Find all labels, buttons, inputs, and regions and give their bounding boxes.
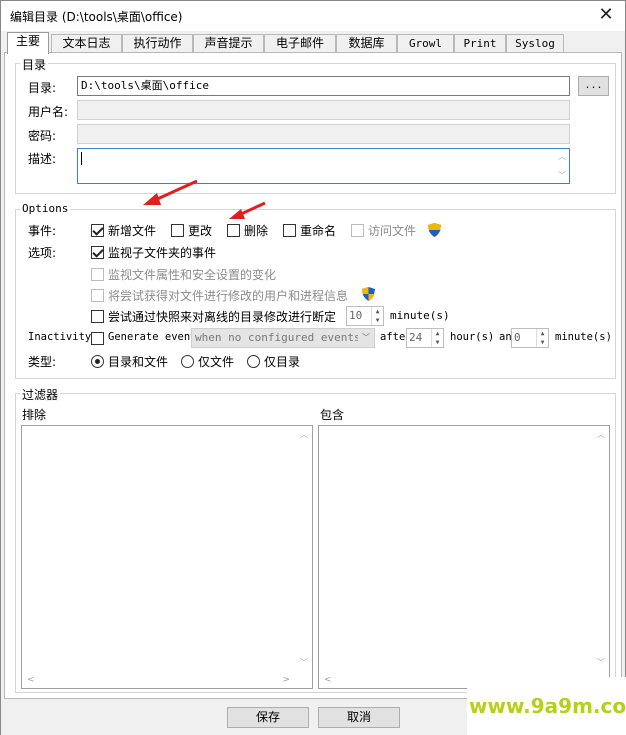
password-label: 密码: [28, 129, 57, 143]
type-files-only-label: 仅文件 [198, 355, 235, 369]
inactivity-hours-spinner[interactable]: 24 ▲ ▼ [406, 328, 444, 348]
event-delete-label: 删除 [244, 224, 269, 238]
username-label: 用户名: [28, 105, 69, 119]
event-access-file-checkbox[interactable] [351, 224, 364, 237]
save-button[interactable]: 保存 [227, 707, 309, 728]
snapshot-label: 尝试通过快照来对离线的目录修改进行断定 [108, 310, 337, 324]
spinner-arrows-icon[interactable]: ▲ ▼ [431, 329, 443, 347]
generate-event-label: Generate event [108, 331, 197, 343]
monitor-subfolders-checkbox[interactable] [91, 246, 104, 259]
event-change-label: 更改 [188, 224, 213, 238]
cancel-button[interactable]: 取消 [318, 707, 400, 728]
tab-email[interactable]: 电子邮件 [264, 34, 336, 53]
tab-text-log[interactable]: 文本日志 [51, 34, 122, 53]
uac-shield-icon [428, 223, 441, 237]
username-input[interactable] [77, 100, 570, 120]
watermark-text: www.9a9m.com [469, 694, 626, 718]
scroll-down-icon[interactable]: ﹀ [300, 657, 308, 668]
filter-group: 过滤器 排除 包含 ︿ ﹀ < > ︿ ﹀ < [15, 386, 616, 693]
scroll-down-icon[interactable]: ﹀ [558, 170, 566, 181]
watermark: www.9a9m.com [467, 677, 626, 735]
scroll-up-icon[interactable]: ︿ [300, 429, 308, 440]
inactivity-checkbox[interactable] [91, 332, 104, 345]
snapshot-minutes-value: 10 [349, 309, 363, 322]
inactivity-label: Inactivity [28, 331, 92, 343]
snapshot-unit: minute(s) [390, 309, 450, 322]
password-input[interactable] [77, 124, 570, 144]
type-label: 类型: [28, 355, 57, 369]
event-change-checkbox[interactable] [171, 224, 184, 237]
type-dirs-and-files-label: 目录和文件 [108, 355, 169, 369]
event-access-file-label: 访问文件 [368, 224, 417, 238]
directory-group: 目录 目录: D:\tools\桌面\office ... 用户名: 密码: 描… [15, 56, 616, 194]
type-dirs-only-label: 仅目录 [264, 355, 301, 369]
monitor-subfolders-label: 监视子文件夹的事件 [108, 246, 217, 260]
tab-panel-main: 目录 目录: D:\tools\桌面\office ... 用户名: 密码: 描… [4, 52, 622, 699]
event-add-file-checkbox[interactable] [91, 224, 104, 237]
scroll-down-icon[interactable]: ﹀ [597, 657, 605, 668]
exclude-list[interactable]: ︿ ﹀ < > [21, 425, 313, 689]
tab-database[interactable]: 数据库 [336, 34, 397, 53]
monitor-attributes-checkbox[interactable] [91, 268, 104, 281]
tab-execute-action[interactable]: 执行动作 [122, 34, 193, 53]
spinner-arrows-icon[interactable]: ▲ ▼ [536, 329, 548, 347]
inactivity-condition-value: when no configured events occur [195, 331, 374, 344]
scroll-left-icon[interactable]: < [27, 675, 35, 685]
events-label: 事件: [28, 224, 57, 238]
window-title: 编辑目录 (D:\tools\桌面\office) [10, 10, 183, 24]
snapshot-checkbox[interactable] [91, 310, 104, 323]
include-list[interactable]: ︿ ﹀ < [318, 425, 610, 689]
dir-label: 目录: [28, 81, 57, 95]
snapshot-minutes-spinner[interactable]: 10 ▲ ▼ [346, 306, 384, 326]
type-dirs-only-radio[interactable] [247, 355, 260, 368]
title-bar: 编辑目录 (D:\tools\桌面\office) ✕ [1, 1, 625, 31]
scroll-right-icon[interactable]: > [282, 675, 290, 685]
annotation-arrow-icon [229, 201, 266, 219]
directory-group-legend: 目录 [20, 56, 49, 73]
type-files-only-radio[interactable] [181, 355, 194, 368]
dir-path-input[interactable]: D:\tools\桌面\office [77, 76, 570, 96]
options-group-legend: Options [20, 202, 71, 215]
edit-directory-dialog: 编辑目录 (D:\tools\桌面\office) ✕ 主要 文本日志 执行动作… [0, 0, 626, 735]
get-user-info-label: 将尝试获得对文件进行修改的用户和进程信息 [108, 289, 349, 303]
minutes-unit: minute(s) [555, 331, 612, 343]
scroll-up-icon[interactable]: ︿ [597, 429, 605, 440]
include-label: 包含 [320, 408, 345, 422]
type-dirs-and-files-radio[interactable] [91, 355, 104, 368]
chevron-down-icon[interactable]: ﹀ [358, 329, 374, 347]
monitor-attributes-label: 监视文件属性和安全设置的变化 [108, 268, 277, 282]
get-user-info-checkbox[interactable] [91, 289, 104, 302]
browse-button[interactable]: ... [578, 76, 609, 96]
event-rename-checkbox[interactable] [283, 224, 296, 237]
tab-sound-alert[interactable]: 声音提示 [193, 34, 264, 53]
event-rename-label: 重命名 [300, 224, 337, 238]
tab-growl[interactable]: Growl [397, 34, 454, 53]
inactivity-minutes-value: 0 [514, 331, 521, 344]
close-icon[interactable]: ✕ [595, 6, 617, 26]
text-cursor [81, 152, 82, 165]
event-add-file-label: 新增文件 [108, 224, 157, 238]
options-group: Options 事件: 新增文件 更改 删除 重命名 访问文件 选项: 监视子文… [15, 202, 616, 379]
annotation-arrow-icon [143, 179, 198, 205]
hours-unit: hour(s) [450, 331, 495, 343]
tab-print[interactable]: Print [454, 34, 506, 53]
exclude-label: 排除 [22, 408, 47, 422]
and-label: an [499, 331, 512, 343]
description-label: 描述: [28, 152, 57, 166]
tab-syslog[interactable]: Syslog [506, 34, 564, 53]
scroll-up-icon[interactable]: ︿ [558, 151, 566, 162]
tab-main[interactable]: 主要 [7, 32, 49, 54]
inactivity-minutes-spinner[interactable]: 0 ▲ ▼ [511, 328, 549, 348]
scroll-left-icon[interactable]: < [324, 675, 332, 685]
filter-group-legend: 过滤器 [20, 386, 61, 403]
event-delete-checkbox[interactable] [227, 224, 240, 237]
options-label: 选项: [28, 246, 57, 260]
spinner-arrows-icon[interactable]: ▲ ▼ [371, 307, 383, 325]
inactivity-condition-select[interactable]: when no configured events occur ﹀ [191, 328, 375, 348]
uac-shield-icon [362, 287, 375, 301]
inactivity-hours-value: 24 [409, 331, 423, 344]
